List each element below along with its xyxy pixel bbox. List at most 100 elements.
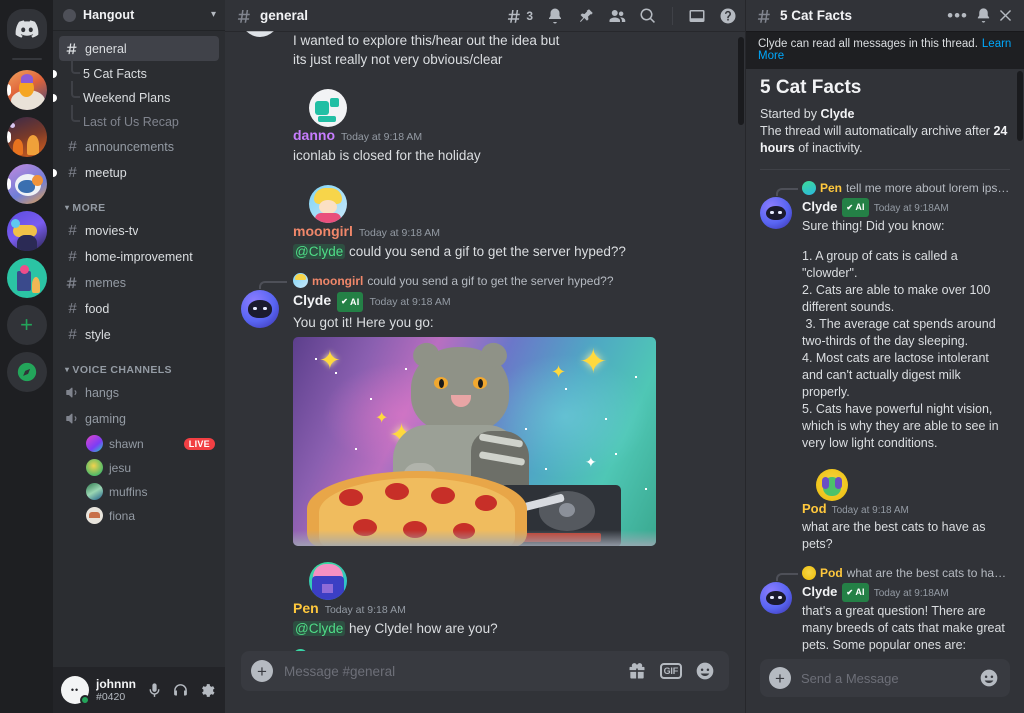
category-more[interactable]: ▾ MORE — [53, 186, 225, 218]
chat-scrollbar[interactable] — [738, 37, 744, 125]
sidebar-channel-meetup[interactable]: # meetup — [53, 160, 219, 185]
voice-member-jesu[interactable]: jesu — [59, 456, 219, 479]
thread-reply-context[interactable]: Pen tell me more about lorem ipsum — [746, 180, 1024, 196]
avatar — [293, 273, 308, 288]
sidebar-channel-style[interactable]: # style — [59, 322, 219, 347]
avatar — [86, 507, 103, 524]
sidebar-thread-weekend-plans[interactable]: Weekend Plans — [53, 81, 219, 109]
reply-author[interactable]: Pen — [312, 650, 334, 652]
reply-context[interactable]: Pen hey Clyde! how are you? — [225, 648, 745, 651]
sidebar-channel-movies-tv[interactable]: # movies-tv — [59, 218, 219, 243]
avatar[interactable] — [760, 197, 792, 229]
avatar[interactable] — [241, 290, 279, 328]
sparkle-icon: ✦ — [585, 454, 597, 470]
message-author[interactable]: moongirl — [293, 222, 353, 240]
live-badge: LIVE — [183, 437, 215, 450]
message-list[interactable]: yep. I wanted to explore this/hear out t… — [225, 31, 745, 651]
mute-button[interactable] — [141, 677, 167, 703]
add-server-button[interactable]: + — [6, 305, 47, 345]
reply-author[interactable]: Pen — [820, 181, 842, 195]
avatar[interactable] — [816, 469, 848, 501]
avatar[interactable] — [760, 582, 792, 614]
sidebar-thread-last-of-us-recap[interactable]: Last of Us Recap — [59, 105, 219, 133]
thread-reply-context[interactable]: Pod what are the best cats to have as pe… — [746, 565, 1024, 581]
category-voice-channels[interactable]: ▾ VOICE CHANNELS — [53, 348, 225, 380]
avatar[interactable] — [309, 562, 347, 600]
gif-button[interactable]: GIF — [659, 663, 682, 679]
message-author[interactable]: Clyde — [802, 198, 837, 215]
avatar[interactable]: •• — [61, 676, 90, 705]
explore-servers-button[interactable] — [6, 352, 47, 392]
threads-icon[interactable]: 3 — [506, 7, 533, 25]
thread-message-input[interactable]: Send a Message — [791, 671, 979, 686]
attachment-space-cat-gif[interactable]: ✦ ✦ ✦ ✦ ✦ ✦ — [293, 337, 656, 546]
sidebar-voice-hangs[interactable]: hangs — [59, 380, 219, 405]
attach-plus-icon[interactable]: + — [251, 660, 273, 682]
user-settings-button[interactable] — [193, 677, 219, 703]
discord-app: + Hangout ▾ general 5 Cat Facts Weekend … — [0, 0, 1024, 713]
avatar[interactable] — [309, 89, 347, 127]
hash-icon: # — [68, 164, 77, 181]
mention-clyde[interactable]: @Clyde — [293, 244, 346, 259]
reply-author[interactable]: Pod — [820, 566, 843, 580]
reply-author[interactable]: moongirl — [312, 274, 363, 288]
help-icon[interactable] — [719, 7, 737, 25]
server-icon-1[interactable] — [6, 70, 47, 110]
sidebar-channel-announcements[interactable]: # announcements — [59, 134, 219, 159]
message-text: @Clyde hey Clyde! how are you? — [293, 619, 733, 638]
thread-composer-box[interactable]: + Send a Message — [760, 659, 1010, 697]
gift-icon[interactable] — [627, 661, 647, 681]
message-text: that's a great question! There are many … — [802, 604, 1005, 652]
sidebar-voice-gaming[interactable]: gaming — [59, 406, 219, 431]
emoji-icon[interactable] — [695, 661, 715, 681]
sidebar-channel-food[interactable]: # food — [59, 296, 219, 321]
hash-icon: # — [68, 300, 77, 317]
voice-member-fiona[interactable]: fiona — [59, 504, 219, 527]
message-header: moongirl Today at 9:18 AM — [293, 222, 733, 242]
avatar[interactable] — [309, 185, 347, 223]
thread-intro: 5 Cat Facts Started by Clyde The thread … — [746, 69, 1024, 157]
thread-message-list[interactable]: 5 Cat Facts Started by Clyde The thread … — [746, 69, 1024, 659]
close-icon[interactable] — [994, 5, 1016, 27]
sidebar-channel-memes[interactable]: memes — [59, 270, 219, 295]
message-author[interactable]: Clyde — [293, 291, 331, 309]
pin-icon[interactable] — [577, 7, 595, 25]
ai-badge: ✔ AI — [337, 292, 364, 312]
rail-divider — [11, 58, 42, 60]
hash-icon: # — [68, 326, 77, 343]
emoji-icon[interactable] — [979, 668, 999, 688]
search-icon[interactable] — [639, 7, 657, 25]
inbox-icon[interactable] — [688, 7, 706, 25]
more-options-icon[interactable]: ••• — [943, 7, 972, 24]
voice-member-shawn[interactable]: shawn LIVE — [59, 432, 219, 455]
attach-plus-icon[interactable]: + — [769, 667, 791, 689]
deafen-button[interactable] — [167, 677, 193, 703]
message-input[interactable]: Message #general — [273, 664, 627, 679]
sidebar-thread-5-cat-facts[interactable]: 5 Cat Facts — [53, 57, 219, 85]
server-icon-2[interactable] — [6, 117, 47, 157]
composer-box[interactable]: + Message #general GIF — [241, 651, 729, 691]
sidebar-channel-home-improvement[interactable]: # home-improvement — [59, 244, 219, 269]
thread-scrollbar[interactable] — [1017, 71, 1023, 141]
guild-header[interactable]: Hangout ▾ — [53, 0, 225, 30]
avatar — [86, 483, 103, 500]
message-author[interactable]: Pod — [802, 500, 827, 517]
unread-indicator — [53, 93, 57, 102]
members-icon[interactable] — [608, 7, 626, 25]
message-author[interactable]: Clyde — [802, 583, 837, 600]
server-icon-4[interactable] — [6, 211, 47, 251]
message-author[interactable]: Pen — [293, 599, 319, 617]
sidebar-channel-label: home-improvement — [85, 249, 193, 264]
mention-clyde[interactable]: @Clyde — [293, 621, 346, 636]
message-author[interactable]: danno — [293, 126, 335, 144]
avatar — [802, 566, 816, 580]
voice-member-muffins[interactable]: muffins — [59, 480, 219, 503]
server-icon-5[interactable] — [6, 258, 47, 298]
bell-icon[interactable] — [546, 7, 564, 25]
home-button[interactable] — [6, 9, 47, 49]
sidebar-channel-general[interactable]: general — [59, 36, 219, 61]
server-icon-3[interactable] — [6, 164, 47, 204]
bell-icon[interactable] — [972, 5, 994, 27]
reply-context[interactable]: moongirl could you send a gif to get the… — [225, 272, 745, 289]
avatar[interactable] — [241, 31, 279, 37]
